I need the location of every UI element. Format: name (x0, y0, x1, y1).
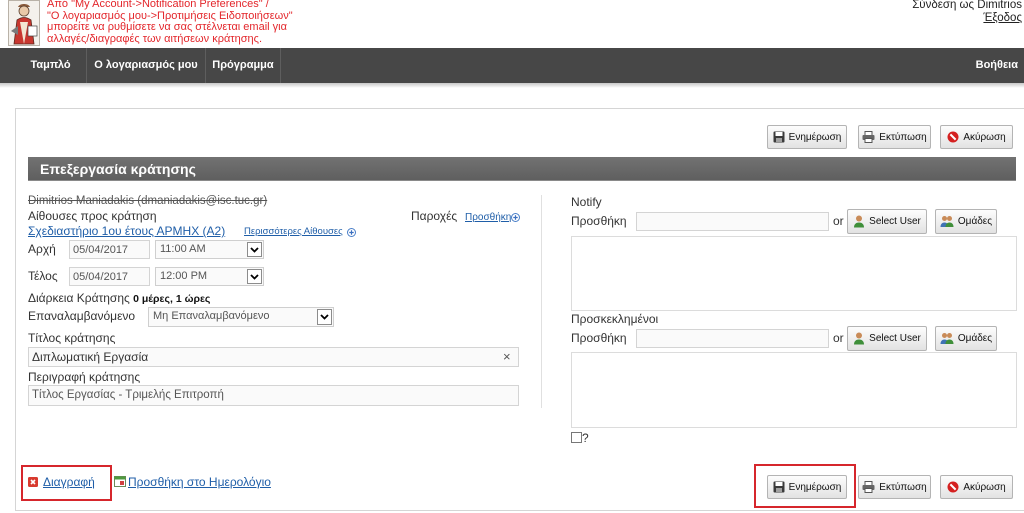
notify-label: Notify (571, 195, 602, 209)
update-button-label: Ενημέρωση (788, 131, 842, 143)
group-icon (940, 332, 954, 345)
option-checkbox[interactable] (571, 432, 582, 443)
clear-icon[interactable]: × (503, 348, 511, 365)
duration-value: 0 μέρες, 1 ώρες (133, 293, 211, 305)
plus-circle-icon[interactable] (511, 211, 520, 225)
notify-or-label: or (833, 214, 844, 228)
notify-user-input[interactable] (636, 212, 829, 231)
nav-item-schedule[interactable]: Πρόγραμμα (205, 48, 281, 83)
invitees-or-label: or (833, 331, 844, 345)
title-label: Τίτλος κράτησης (28, 331, 116, 345)
add-accessory-link[interactable]: Προσθήκη (465, 212, 511, 224)
cancel-button[interactable]: Ακύρωση (940, 475, 1013, 499)
print-button[interactable]: Εκτύπωση (858, 125, 931, 149)
print-button[interactable]: Εκτύπωση (858, 475, 931, 499)
notification-notice: Από "My Account->Notification Preference… (47, 0, 293, 45)
logout-link[interactable]: Έξοδος (983, 12, 1022, 25)
reservation-owner: Dimitrios Maniadakis (dmaniadakis@isc.tu… (28, 195, 268, 207)
user-icon (853, 215, 865, 228)
printer-icon (862, 131, 875, 143)
notify-select-user-button[interactable]: Select User (847, 209, 927, 234)
room-link[interactable]: Σχεδιαστήριο 1ου έτους ΑΡΜΗΧ (A2) (28, 224, 225, 238)
update-button[interactable]: Ενημέρωση (767, 125, 847, 149)
notify-add-label: Προσθήκη (571, 214, 627, 228)
chevron-down-icon (247, 242, 262, 257)
print-button-label: Εκτύπωση (879, 131, 927, 143)
nav-shadow (0, 83, 1024, 88)
begin-label: Αρχή (28, 242, 56, 256)
description-input[interactable]: Τίτλος Εργασίας - Τριμελής Επιτροπή (28, 385, 519, 406)
nav-item-dashboard[interactable]: Ταμπλό (15, 48, 86, 83)
duration-row: Διάρκεια Κράτησης 0 μέρες, 1 ώρες (28, 291, 210, 306)
nav-item-help[interactable]: Βοήθεια (976, 48, 1018, 83)
main-navigation: Ταμπλό Ο λογαριασμός μου Πρόγραμμα Βοήθε… (0, 48, 1024, 83)
cancel-icon (947, 131, 959, 143)
end-date-input[interactable] (69, 267, 150, 286)
option-checkbox-label: ? (582, 431, 589, 445)
select-user-label: Select User (869, 216, 921, 227)
description-label: Περιγραφή κράτησης (28, 370, 141, 384)
invitees-groups-button[interactable]: Ομάδες (935, 326, 997, 351)
begin-time-value: 11:00 AM (160, 243, 206, 255)
delete-icon[interactable] (28, 476, 38, 490)
notify-list (571, 236, 1017, 311)
repeat-select[interactable]: Μη Επαναλαμβανόμενο (148, 307, 334, 327)
end-label: Τέλος (28, 269, 58, 283)
invitees-add-label: Προσθήκη (571, 331, 627, 345)
update-button[interactable]: Ενημέρωση (767, 475, 847, 499)
select-user-label: Select User (869, 333, 921, 344)
notice-line: Από "My Account->Notification Preference… (47, 0, 269, 10)
cancel-button-label: Ακύρωση (963, 131, 1006, 143)
cancel-button[interactable]: Ακύρωση (940, 125, 1013, 149)
save-icon (773, 481, 785, 493)
cancel-icon (947, 481, 959, 493)
invitees-select-user-button[interactable]: Select User (847, 326, 927, 351)
title-input[interactable] (28, 347, 519, 367)
calendar-icon[interactable] (114, 475, 126, 490)
university-logo (8, 0, 40, 49)
end-time-value: 12:00 PM (160, 270, 208, 282)
group-icon (940, 215, 954, 228)
print-button-label: Εκτύπωση (879, 481, 927, 493)
signed-in-as: Σύνδεση ως Dimitrios (912, 0, 1022, 11)
column-divider (541, 195, 542, 408)
cancel-button-label: Ακύρωση (963, 481, 1006, 493)
end-time-select[interactable]: 12:00 PM (155, 267, 264, 286)
begin-date-input[interactable] (69, 240, 150, 259)
accessories-label: Παροχές (411, 209, 458, 223)
begin-time-select[interactable]: 11:00 AM (155, 240, 264, 259)
duration-label: Διάρκεια Κράτησης (28, 291, 130, 305)
nav-item-my-account[interactable]: Ο λογαριασμός μου (86, 48, 205, 83)
chevron-down-icon (317, 309, 332, 325)
update-button-label: Ενημέρωση (788, 481, 842, 493)
plus-circle-icon[interactable] (347, 226, 356, 240)
printer-icon (862, 481, 875, 493)
groups-label: Ομάδες (957, 216, 993, 227)
delete-link[interactable]: Διαγραφή (43, 475, 95, 489)
section-title: Επεξεργασία κράτησης (40, 161, 196, 177)
invitees-list (571, 352, 1017, 428)
save-icon (773, 131, 785, 143)
invitees-label: Προσκεκλημένοι (571, 312, 659, 326)
invitee-user-input[interactable] (636, 329, 829, 348)
section-header: Επεξεργασία κράτησης (28, 157, 1016, 181)
notify-groups-button[interactable]: Ομάδες (935, 209, 997, 234)
groups-label: Ομάδες (957, 333, 993, 344)
more-rooms-link[interactable]: Περισσότερες Αίθουσες (244, 226, 343, 238)
chevron-down-icon (247, 269, 262, 284)
notice-line: αλλαγές/διαγραφές των αιτήσεων κράτησης. (47, 32, 263, 45)
repeat-label: Επαναλαμβανόμενο (28, 309, 136, 323)
user-icon (853, 332, 865, 345)
rooms-label: Αίθουσες προς κράτηση (28, 209, 157, 223)
add-to-calendar-link[interactable]: Προσθήκη στο Ημερολόγιο (128, 475, 271, 489)
repeat-value: Μη Επαναλαμβανόμενο (153, 310, 270, 322)
